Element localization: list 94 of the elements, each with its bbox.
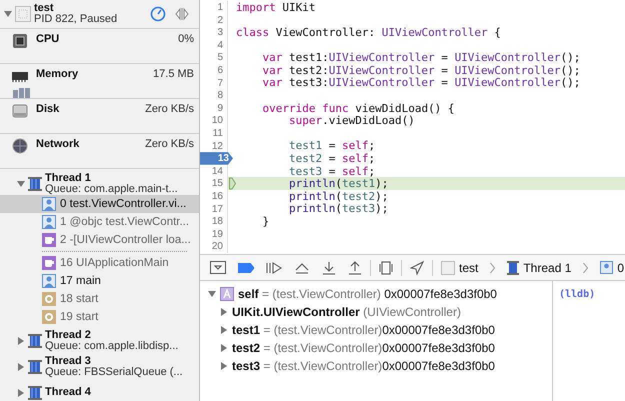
gear-icon [42,310,56,324]
line-number: 15 [200,177,228,190]
code-line: test1 = self; [288,139,376,152]
continue-icon[interactable] [266,262,282,274]
chevron-icon [583,262,588,274]
hide-panel-icon[interactable] [210,261,226,274]
stack-frame-row[interactable]: 19 start [0,308,199,326]
stack-frame-row[interactable]: 18 start [0,290,199,308]
code-line: println(test3); [288,202,388,216]
gauge-label: CPU [36,33,60,47]
breakpoint-toggle-icon[interactable] [238,262,254,272]
person-icon [42,215,56,229]
code-line: override func viewDidLoad() { [261,102,455,115]
variable-entry[interactable]: test3 = (test.ViewController)0x00007fe8e3d3f0b0 [232,359,495,373]
gauge-value: 0% [178,33,194,47]
app-icon [15,6,31,22]
cup-icon [42,256,56,270]
breadcrumb-item[interactable]: Thread 1 [523,260,572,274]
spool-icon [507,260,520,274]
variable-entry[interactable]: test1 = (test.ViewController)0x00007fe8e3d3f0b0 [232,323,495,337]
spool-icon [28,176,42,192]
disclosure-triangle-icon[interactable] [3,10,12,18]
thread-name[interactable]: Thread 2 [45,330,199,340]
variable-entry[interactable]: self = (test.ViewController) 0x00007fe8e3d3f0b0 [238,287,497,301]
console-prompt: (lldb) [559,289,596,300]
code-editor[interactable] [200,0,625,255]
gauge-label: Memory [36,68,80,82]
step-into-icon[interactable] [322,260,336,274]
spool-icon [28,332,42,348]
spool-icon [28,358,42,374]
breakpoint-marker[interactable]: 13 [200,152,233,165]
variable-entry[interactable]: test2 = (test.ViewController)0x00007fe8e3d3f0b0 [232,341,495,355]
process-status: PID 822, Paused [34,14,118,25]
person-icon [42,197,56,211]
gauge-label: Disk [36,103,60,117]
thread-queue: Queue: FBSSerialQueue (... [45,366,184,378]
memory-graph [13,88,30,98]
gear-icon [42,292,56,306]
location-arrow-icon[interactable] [410,260,424,274]
person-icon [600,261,614,274]
view-hierarchy-icon[interactable] [379,260,393,274]
app-icon [441,260,455,274]
stack-frame-row[interactable]: 16 UIApplicationMain [0,254,199,272]
thread-name[interactable]: Thread 3 [45,356,199,366]
instruction-pointer-icon [229,177,236,190]
gauge-value: Zero KB/s [145,138,194,152]
disclosure-triangle-icon[interactable] [219,344,228,352]
step-over-icon[interactable] [294,262,310,274]
split-view-icon[interactable] [175,7,189,21]
stack-frame-row[interactable]: 1 @objc test.ViewContr... [0,213,199,231]
disclosure-triangle-icon[interactable] [219,326,228,334]
disclosure-triangle-icon[interactable] [16,336,25,345]
thread-queue: Queue: com.apple.libdisp... [45,340,180,352]
stack-frame-row[interactable]: 17 main [0,272,199,290]
code-line: var test1:UIViewController = UIViewController(); [261,51,580,64]
stack-frame-row[interactable]: 0 test.ViewController.vi... [0,195,199,213]
disclosure-triangle-icon[interactable] [16,362,25,371]
disclosure-triangle-icon[interactable] [219,308,228,316]
chevron-icon [490,262,496,274]
breadcrumb-item[interactable]: 0 [617,260,624,274]
network-icon [12,138,28,154]
disclosure-triangle-icon[interactable] [16,388,25,397]
console-panel[interactable]: (lldb) [552,281,625,401]
stack-frame-row[interactable]: 2 -[UIViewController loa... [0,231,199,249]
person-icon [42,274,56,288]
letter-badge-icon [220,287,234,301]
code-line: test3 = self; [288,164,376,178]
code-line: import UIKit [236,0,316,14]
code-line: test2 = self; [288,152,376,165]
disclosure-triangle-icon[interactable] [207,290,216,298]
variable-entry[interactable]: UIKit.UIViewController (UIViewController) [232,305,461,319]
code-line: } [261,214,270,228]
thread-queue: Queue: com.apple.main-t... [45,184,179,194]
gauge-value: Zero KB/s [145,103,194,117]
gauge-value: 17.5 MB [153,68,194,82]
line-number: 14 [200,164,228,178]
spool-icon [28,384,42,400]
disclosure-triangle-icon[interactable] [16,179,25,188]
disclosure-triangle-icon[interactable] [219,362,228,370]
cpu-icon [12,33,28,49]
code-line: var test2:UIViewController = UIViewController(); [261,64,580,77]
gauge-label: Network [36,138,80,152]
step-out-icon[interactable] [348,260,362,274]
code-line: println(test1); [288,177,388,190]
code-line: super.viewDidLoad() [288,114,415,128]
thread-name[interactable]: Thread 1 [45,172,199,184]
cup-icon [42,233,56,247]
process-name: test [34,3,55,14]
thread-name[interactable]: Thread 4 [45,387,199,398]
gauge-icon[interactable] [150,6,166,22]
code-line: println(test2); [288,190,388,203]
breadcrumb-item[interactable]: test [459,260,478,274]
code-line: class ViewController: UIViewController { [236,26,501,39]
code-line: var test3:UIViewController = UIViewController(); [261,76,580,90]
